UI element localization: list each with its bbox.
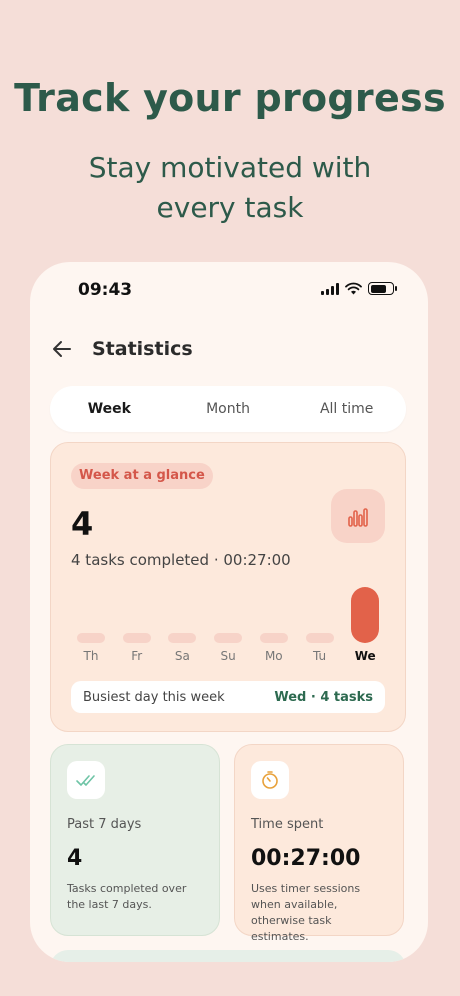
day-bar-we — [351, 587, 380, 643]
battery-icon — [368, 282, 397, 295]
tab-week[interactable]: Week — [50, 401, 169, 417]
page-title: Statistics — [92, 338, 193, 360]
day-labels: Th Fr Sa Su Mo Tu We — [51, 649, 405, 665]
back-arrow-icon[interactable] — [50, 337, 74, 361]
busiest-day-label: Busiest day this week — [83, 689, 225, 705]
time-spent-value: 00:27:00 — [251, 846, 361, 871]
busiest-day-value: Wed · 4 tasks — [274, 689, 373, 705]
tasks-summary: 4 tasks completed · 00:27:00 — [71, 551, 291, 569]
tab-all-time[interactable]: All time — [287, 401, 406, 417]
signal-icon — [321, 282, 339, 295]
daily-bars — [51, 583, 405, 643]
day-bar-su — [214, 633, 243, 643]
busiest-day-row: Busiest day this week Wed · 4 tasks — [71, 681, 385, 713]
tasks-count: 4 — [71, 505, 94, 543]
status-icons — [321, 282, 397, 295]
day-label-we: We — [354, 649, 376, 663]
day-label-th: Th — [83, 649, 99, 663]
time-spent-card: Time spent 00:27:00 Uses timer sessions … — [234, 744, 404, 943]
day-bar-th — [77, 633, 105, 643]
timer-icon — [251, 761, 289, 799]
day-label-mo: Mo — [264, 649, 283, 663]
double-check-icon — [67, 761, 105, 799]
wifi-icon — [345, 282, 362, 295]
past-7-days-value: 4 — [67, 846, 83, 871]
promo-subhead: Stay motivated with every task — [88, 151, 372, 224]
day-bar-fr — [122, 633, 151, 643]
day-label-sa: Sa — [174, 649, 190, 663]
day-bar-mo — [259, 633, 288, 643]
period-tabs: Week Month All time — [50, 386, 406, 432]
week-glance-card: Week at a glance 4 4 tasks completed · 0… — [50, 442, 406, 732]
week-glance-badge: Week at a glance — [71, 463, 213, 489]
time-spent-label: Time spent — [251, 817, 324, 832]
past-7-days-card: Past 7 days 4 Tasks completed over the l… — [50, 744, 220, 936]
day-label-fr: Fr — [131, 649, 143, 663]
past-7-days-label: Past 7 days — [67, 817, 142, 832]
day-bar-sa — [168, 633, 197, 643]
promo-headline: Track your progress — [14, 76, 446, 120]
past-7-days-desc: Tasks completed over the last 7 days. — [67, 882, 187, 911]
day-bar-tu — [305, 633, 334, 643]
status-bar: 09:43 — [30, 262, 428, 320]
next-card-peek — [50, 950, 406, 962]
status-time: 09:43 — [78, 280, 133, 300]
time-spent-desc: Uses timer sessions when available, othe… — [251, 882, 361, 943]
tab-month[interactable]: Month — [169, 401, 288, 417]
phone-frame: 09:43 Statistics Week Month All time Wee… — [30, 262, 428, 962]
day-label-tu: Tu — [312, 649, 327, 663]
bar-chart-icon — [331, 489, 385, 543]
nav-bar: Statistics — [50, 334, 408, 364]
day-label-su: Su — [220, 649, 236, 663]
